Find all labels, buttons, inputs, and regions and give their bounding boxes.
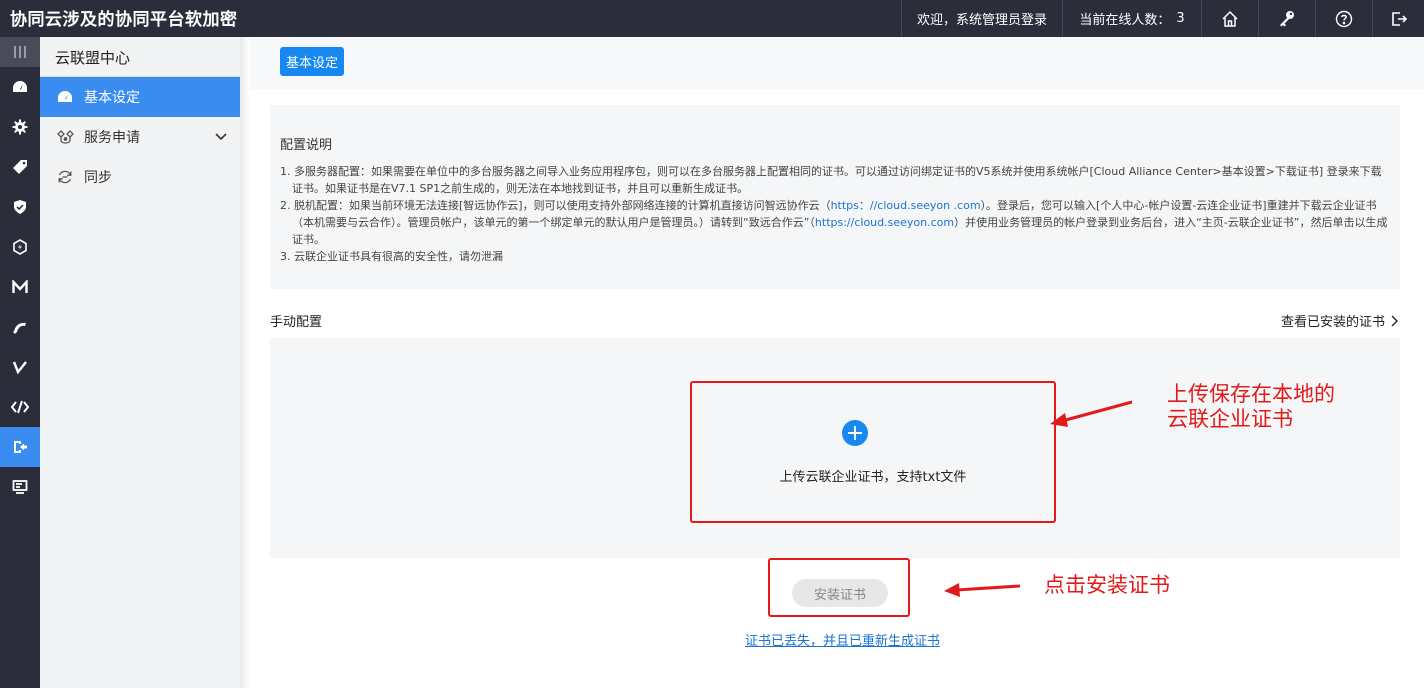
sync-icon xyxy=(56,168,74,186)
install-highlight-box: 安装证书 xyxy=(768,558,910,617)
secondary-sidebar: 云联盟中心 基本设定 服务申请 同步 xyxy=(40,37,240,688)
export-icon xyxy=(14,441,27,453)
manual-config-title: 手动配置 xyxy=(270,315,323,330)
sidebar-item-label: 同步 xyxy=(84,170,112,186)
install-cert-button[interactable]: 安装证书 xyxy=(792,579,888,607)
rail-hexagon[interactable] xyxy=(0,227,40,267)
home-button[interactable] xyxy=(1201,0,1258,37)
sidebar-item-basic-settings[interactable]: 基本设定 xyxy=(40,77,240,117)
sidebar-item-service-request[interactable]: 服务申请 xyxy=(40,117,240,157)
rail-dashboard[interactable] xyxy=(0,67,40,107)
rail-check[interactable] xyxy=(0,347,40,387)
rail-shield[interactable] xyxy=(0,187,40,227)
annotation-arrow-2 xyxy=(944,583,1021,597)
menu-toggle-button[interactable] xyxy=(0,37,40,67)
sidebar-title: 云联盟中心 xyxy=(55,49,131,67)
m-logo-icon xyxy=(12,280,28,293)
config-description-title: 配置说明 xyxy=(280,138,333,153)
desc-item-2-text-a: 2. 脱机配置：如果当前环境无法连接[智远协作云]，则可以使用支持外部网络连接的… xyxy=(280,199,831,212)
arc-icon xyxy=(13,322,26,334)
desc-item-1: 1. 多服务器配置：如果需要在单位中的多台服务器之间导入业务应用程序包，则可以在… xyxy=(280,165,1382,195)
sidebar-item-label: 服务申请 xyxy=(84,130,140,146)
rail-cloud[interactable] xyxy=(0,307,40,347)
monitor-icon xyxy=(12,480,28,494)
plus-circle-icon[interactable] xyxy=(842,420,868,446)
key-button[interactable] xyxy=(1258,0,1315,37)
tag-icon xyxy=(13,160,27,174)
logout-button[interactable] xyxy=(1372,0,1424,37)
shield-icon xyxy=(14,200,26,214)
help-icon xyxy=(1335,10,1353,27)
welcome-text: 欢迎，系统管理员登录 xyxy=(901,0,1062,37)
check-v-icon xyxy=(12,361,27,375)
desc-item-3: 3. 云联企业证书具有很高的安全性，请勿泄漏 xyxy=(280,250,503,263)
upload-annotation-line-2: 云联企业证书 xyxy=(1167,407,1293,431)
online-count: 当前在线人数： 3 xyxy=(1062,0,1201,37)
upload-area: 上传云联企业证书，支持txt文件 xyxy=(270,338,1400,558)
sidebar-item-label: 基本设定 xyxy=(84,90,140,106)
config-description-box: 配置说明 1. 多服务器配置：如果需要在单位中的多台服务器之间导入业务应用程序包… xyxy=(270,105,1400,289)
install-annotation: 点击安装证书 xyxy=(1044,573,1170,597)
menu-bars-icon xyxy=(14,46,26,58)
dashboard-icon xyxy=(13,81,27,92)
chevron-down-icon[interactable] xyxy=(214,129,228,147)
upload-hint: 上传云联企业证书，支持txt文件 xyxy=(779,470,967,485)
view-installed-label: 查看已安装的证书 xyxy=(1280,315,1385,330)
dashboard-icon xyxy=(56,88,74,106)
annotation-arrow-1 xyxy=(1050,400,1133,427)
app-title: 协同云涉及的协同平台软加密 xyxy=(10,10,238,30)
rail-monitor[interactable] xyxy=(0,467,40,507)
upload-annotation-line-1: 上传保存在本地的 xyxy=(1167,382,1335,406)
chevron-right-icon xyxy=(1391,315,1398,326)
content-header: 基本设定 xyxy=(250,37,1424,89)
rail-code[interactable] xyxy=(0,387,40,427)
cloud-link-2[interactable]: https://cloud.seeyon.com xyxy=(815,216,954,229)
gear-icon xyxy=(12,119,28,135)
sidebar-shadow xyxy=(240,37,250,688)
rail-m[interactable] xyxy=(0,267,40,307)
upload-annotation: 上传保存在本地的 云联企业证书 xyxy=(1167,382,1335,432)
key-icon xyxy=(1280,10,1294,26)
cloud-link-1[interactable]: https：//cloud.seeyon .com xyxy=(831,199,981,212)
view-installed-certs-link[interactable]: 查看已安装的证书 xyxy=(1281,311,1400,330)
rail-tag[interactable] xyxy=(0,147,40,187)
config-description-list: 1. 多服务器配置：如果需要在单位中的多台服务器之间导入业务应用程序包，则可以在… xyxy=(280,163,1392,265)
hexagon-icon xyxy=(13,239,27,255)
home-icon xyxy=(1222,10,1238,27)
code-icon xyxy=(11,400,29,414)
rail-settings[interactable] xyxy=(0,107,40,147)
help-button[interactable] xyxy=(1315,0,1372,37)
online-label: 当前在线人数： xyxy=(1079,13,1171,28)
upload-drop-zone[interactable]: 上传云联企业证书，支持txt文件 xyxy=(690,381,1056,523)
service-icon xyxy=(56,128,74,146)
basic-settings-button[interactable]: 基本设定 xyxy=(280,47,345,76)
top-bar: 协同云涉及的协同平台软加密 欢迎，系统管理员登录 当前在线人数： 3 xyxy=(0,0,1424,37)
desc-item-2: 2. 脱机配置：如果当前环境无法连接[智远协作云]，则可以使用支持外部网络连接的… xyxy=(280,197,1392,248)
online-number: 3 xyxy=(1176,11,1185,26)
rail-cloud-alliance[interactable] xyxy=(0,427,40,467)
regenerate-cert-link[interactable]: 证书已丢失，并且已重新生成证书 xyxy=(745,630,940,649)
logout-icon xyxy=(1391,11,1407,26)
main-content: 基本设定 配置说明 1. 多服务器配置：如果需要在单位中的多台服务器之间导入业务… xyxy=(250,37,1424,688)
sidebar-item-sync[interactable]: 同步 xyxy=(40,157,240,197)
icon-rail xyxy=(0,37,40,688)
